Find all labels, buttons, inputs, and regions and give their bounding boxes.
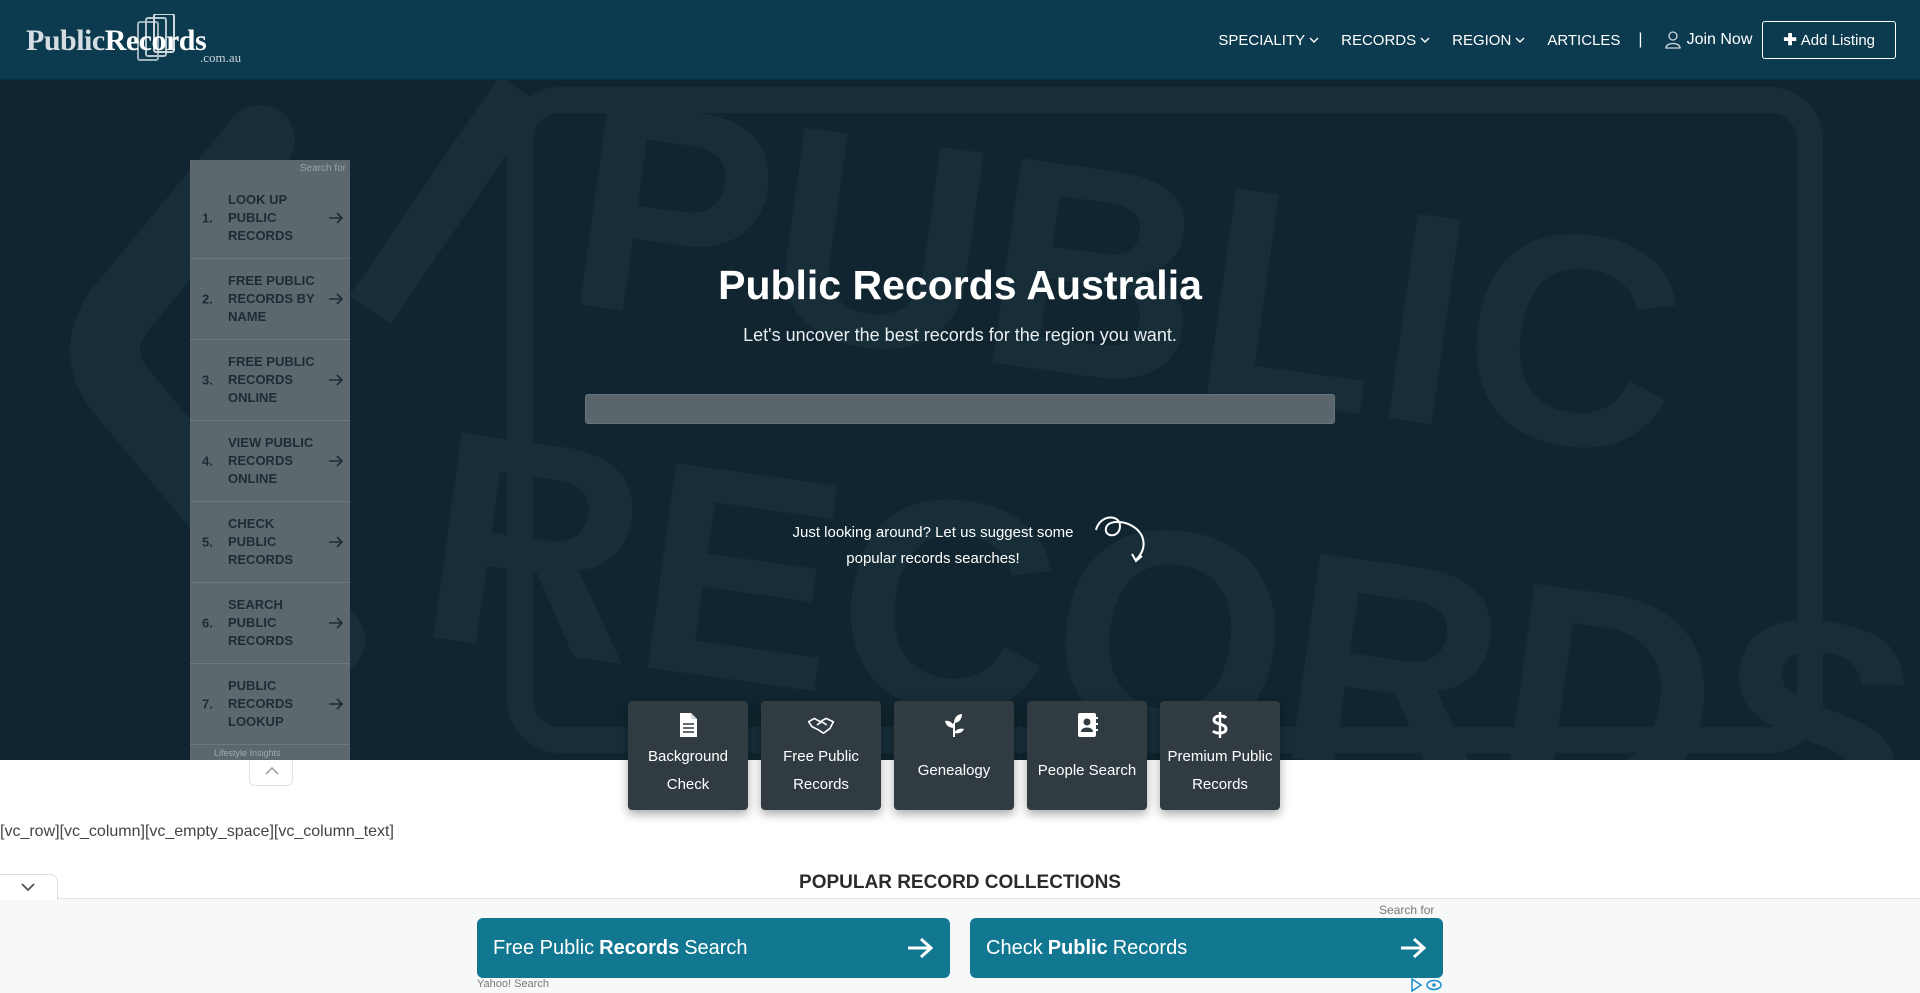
nav-articles-label: ARTICLES xyxy=(1547,31,1621,49)
ad-item-label: VIEW PUBLIC RECORDS ONLINE xyxy=(228,435,314,486)
arrow-right-icon xyxy=(1401,937,1427,959)
ad-item-label: FREE PUBLIC RECORDS BY NAME xyxy=(228,273,315,324)
nav-records[interactable]: RECORDS xyxy=(1341,32,1430,49)
nav-speciality-label: SPECIALITY xyxy=(1218,31,1306,49)
squiggle-arrow-icon xyxy=(1095,516,1145,563)
category-cards: Background Check Free Public Records Gen… xyxy=(628,701,1293,810)
bottom-ad-collapse-button[interactable] xyxy=(0,874,58,900)
dollar-icon xyxy=(1211,712,1228,738)
arrow-right-icon xyxy=(329,617,344,629)
card-premium-public-records[interactable]: Premium Public Records xyxy=(1160,701,1280,810)
card-label: Genealogy xyxy=(917,762,991,779)
logo-domain: .com.au xyxy=(200,50,242,65)
plant-icon xyxy=(945,714,964,737)
arrow-right-icon xyxy=(329,293,344,305)
ad-btn-text: Check xyxy=(986,936,1043,959)
popular-heading: POPULAR RECORD COLLECTIONS xyxy=(799,872,1121,893)
ad-item-number: 3. xyxy=(202,372,213,388)
ad-provider-label: Yahoo! Search xyxy=(477,978,549,990)
shortcode-text: [vc_row][vc_column][vc_empty_space][vc_c… xyxy=(0,823,394,840)
arrow-right-icon xyxy=(908,937,934,959)
site-logo[interactable]: PublicRecords .com.au xyxy=(26,14,266,65)
main-nav: SPECIALITY RECORDS REGION ARTICLES | Joi… xyxy=(1196,21,1896,59)
site-header: PublicRecords .com.au SPECIALITY RECORDS… xyxy=(0,0,1920,80)
ad-btn-bold: Records xyxy=(599,936,680,959)
card-label: Free Public Records xyxy=(783,748,859,793)
side-ad-panel: Search for 1. LOOK UP PUBLIC RECORDS 2. … xyxy=(190,160,350,760)
ad-search-for: Search for xyxy=(299,163,346,174)
ad-item-label: FREE PUBLIC RECORDS ONLINE xyxy=(228,354,315,405)
adchoices-icon[interactable] xyxy=(1410,978,1442,992)
add-listing-label: Add Listing xyxy=(1800,31,1875,49)
user-icon xyxy=(1664,31,1681,49)
ad-item-label: LOOK UP PUBLIC RECORDS xyxy=(228,192,294,243)
contact-book-icon xyxy=(1078,713,1098,737)
arrow-right-icon xyxy=(329,536,344,548)
ad-item-number: 4. xyxy=(202,453,213,469)
ad-check-public-records-button[interactable]: Check Public Records xyxy=(970,918,1443,978)
ad-link-item[interactable]: 2. FREE PUBLIC RECORDS BY NAME xyxy=(190,259,350,340)
ad-item-number: 6. xyxy=(202,615,213,631)
ad-free-public-records-search-button[interactable]: Free Public Records Search xyxy=(477,918,950,978)
suggest-text: Just looking around? Let us suggest some… xyxy=(792,524,1074,567)
bottom-ad-bar xyxy=(0,898,1920,993)
ad-btn-bold: Public xyxy=(1047,936,1108,959)
chevron-down-icon xyxy=(21,883,35,892)
ad-item-number: 1. xyxy=(202,210,213,226)
ad-link-item[interactable]: 6. SEARCH PUBLIC RECORDS xyxy=(190,583,350,664)
join-now-label: Join Now xyxy=(1686,31,1753,48)
ad-item-label: SEARCH PUBLIC RECORDS xyxy=(228,597,294,648)
ad-item-number: 2. xyxy=(202,291,213,307)
ad-item-label: PUBLIC RECORDS LOOKUP xyxy=(228,678,294,729)
nav-records-label: RECORDS xyxy=(1341,31,1417,49)
ad-link-item[interactable]: 1. LOOK UP PUBLIC RECORDS xyxy=(190,178,350,259)
arrow-right-icon xyxy=(329,698,344,710)
ad-item-number: 5. xyxy=(202,534,213,550)
nav-region-label: REGION xyxy=(1452,31,1512,49)
arrow-right-icon xyxy=(329,455,344,467)
handshake-icon xyxy=(807,717,835,735)
ad-link-item[interactable]: 4. VIEW PUBLIC RECORDS ONLINE xyxy=(190,421,350,502)
ad-item-label: CHECK PUBLIC RECORDS xyxy=(228,516,294,567)
nav-region[interactable]: REGION xyxy=(1452,32,1525,49)
ad-footer-label: Lifestyle Insights xyxy=(214,748,281,758)
ad-btn-text: Records xyxy=(1112,936,1188,959)
chevron-up-icon xyxy=(265,766,279,775)
card-free-public-records[interactable]: Free Public Records xyxy=(761,701,881,810)
chevron-down-icon xyxy=(1309,37,1319,43)
bottom-ad-search-for: Search for xyxy=(1379,903,1435,917)
records-search-input[interactable] xyxy=(585,394,1335,424)
nav-speciality[interactable]: SPECIALITY xyxy=(1218,32,1319,49)
nav-separator: | xyxy=(1638,31,1643,48)
card-background-check[interactable]: Background Check xyxy=(628,701,748,810)
ad-btn-text: Free Public xyxy=(493,936,595,959)
arrow-right-icon xyxy=(329,212,344,224)
card-label: Premium Public Records xyxy=(1167,748,1273,793)
chevron-down-icon xyxy=(1515,37,1525,43)
document-icon xyxy=(680,713,697,737)
card-label: Background Check xyxy=(647,748,729,793)
ad-link-item[interactable]: 5. CHECK PUBLIC RECORDS xyxy=(190,502,350,583)
card-label: People Search xyxy=(1037,762,1137,779)
ad-link-item[interactable]: 3. FREE PUBLIC RECORDS ONLINE xyxy=(190,340,350,421)
ad-collapse-button[interactable] xyxy=(249,760,293,786)
card-genealogy[interactable]: Genealogy xyxy=(894,701,1014,810)
add-listing-button[interactable]: ✚ Add Listing xyxy=(1762,21,1896,59)
ad-btn-text: Search xyxy=(684,936,748,959)
arrow-right-icon xyxy=(329,374,344,386)
join-now-link[interactable]: Join Now xyxy=(1664,31,1753,49)
nav-articles[interactable]: ARTICLES xyxy=(1547,32,1620,49)
card-people-search[interactable]: People Search xyxy=(1027,701,1147,810)
ad-link-item[interactable]: 7. PUBLIC RECORDS LOOKUP xyxy=(190,664,350,745)
ad-item-number: 7. xyxy=(202,696,213,712)
plus-icon: ✚ xyxy=(1783,32,1797,49)
chevron-down-icon xyxy=(1420,37,1430,43)
logo-wordmark: PublicRecords xyxy=(26,24,207,57)
